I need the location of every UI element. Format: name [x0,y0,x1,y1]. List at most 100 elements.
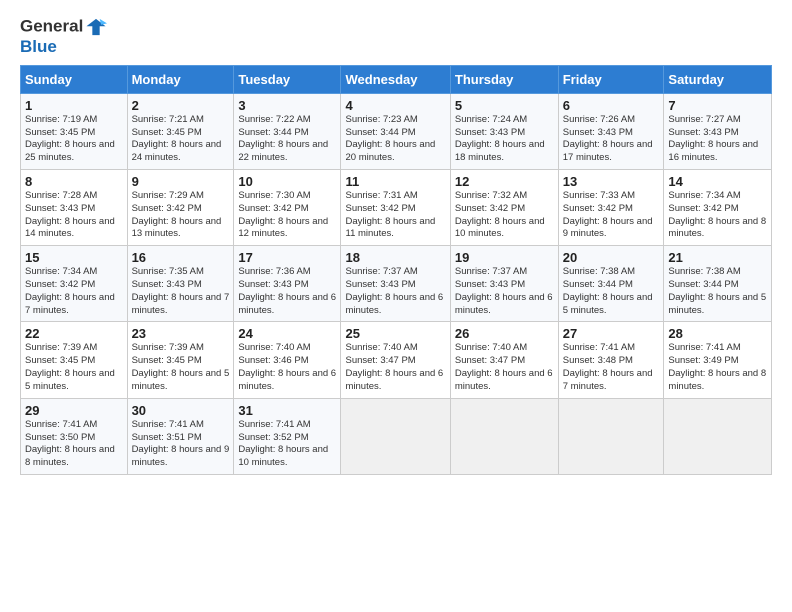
day-number: 14 [668,174,767,189]
day-cell: 29Sunrise: 7:41 AMSunset: 3:50 PMDayligh… [21,398,128,474]
day-info: Sunrise: 7:39 AMSunset: 3:45 PMDaylight:… [132,342,230,393]
header: General Blue [20,16,772,57]
day-cell: 20Sunrise: 7:38 AMSunset: 3:44 PMDayligh… [558,246,664,322]
day-number: 19 [455,250,554,265]
day-cell: 3Sunrise: 7:22 AMSunset: 3:44 PMDaylight… [234,93,341,169]
day-info: Sunrise: 7:28 AMSunset: 3:43 PMDaylight:… [25,190,123,241]
day-info: Sunrise: 7:32 AMSunset: 3:42 PMDaylight:… [455,190,554,241]
day-number: 24 [238,326,336,341]
day-info: Sunrise: 7:19 AMSunset: 3:45 PMDaylight:… [25,114,123,165]
day-number: 18 [345,250,445,265]
day-number: 20 [563,250,660,265]
logo-blue: Blue [20,38,107,57]
day-info: Sunrise: 7:41 AMSunset: 3:50 PMDaylight:… [25,419,123,470]
day-info: Sunrise: 7:39 AMSunset: 3:45 PMDaylight:… [25,342,123,393]
day-info: Sunrise: 7:31 AMSunset: 3:42 PMDaylight:… [345,190,445,241]
day-number: 17 [238,250,336,265]
week-row-2: 8Sunrise: 7:28 AMSunset: 3:43 PMDaylight… [21,169,772,245]
day-number: 5 [455,98,554,113]
col-header-wednesday: Wednesday [341,65,450,93]
day-info: Sunrise: 7:41 AMSunset: 3:48 PMDaylight:… [563,342,660,393]
day-number: 21 [668,250,767,265]
col-header-tuesday: Tuesday [234,65,341,93]
day-number: 22 [25,326,123,341]
day-number: 16 [132,250,230,265]
day-cell: 16Sunrise: 7:35 AMSunset: 3:43 PMDayligh… [127,246,234,322]
day-info: Sunrise: 7:30 AMSunset: 3:42 PMDaylight:… [238,190,336,241]
day-cell: 25Sunrise: 7:40 AMSunset: 3:47 PMDayligh… [341,322,450,398]
col-header-friday: Friday [558,65,664,93]
day-info: Sunrise: 7:36 AMSunset: 3:43 PMDaylight:… [238,266,336,317]
day-cell: 8Sunrise: 7:28 AMSunset: 3:43 PMDaylight… [21,169,128,245]
day-cell: 7Sunrise: 7:27 AMSunset: 3:43 PMDaylight… [664,93,772,169]
day-info: Sunrise: 7:21 AMSunset: 3:45 PMDaylight:… [132,114,230,165]
day-cell [664,398,772,474]
day-number: 30 [132,403,230,418]
day-info: Sunrise: 7:24 AMSunset: 3:43 PMDaylight:… [455,114,554,165]
day-cell: 21Sunrise: 7:38 AMSunset: 3:44 PMDayligh… [664,246,772,322]
day-cell: 1Sunrise: 7:19 AMSunset: 3:45 PMDaylight… [21,93,128,169]
day-number: 12 [455,174,554,189]
day-number: 29 [25,403,123,418]
calendar: SundayMondayTuesdayWednesdayThursdayFrid… [20,65,772,475]
day-cell: 27Sunrise: 7:41 AMSunset: 3:48 PMDayligh… [558,322,664,398]
day-cell [450,398,558,474]
day-cell: 23Sunrise: 7:39 AMSunset: 3:45 PMDayligh… [127,322,234,398]
day-cell: 5Sunrise: 7:24 AMSunset: 3:43 PMDaylight… [450,93,558,169]
day-info: Sunrise: 7:35 AMSunset: 3:43 PMDaylight:… [132,266,230,317]
day-info: Sunrise: 7:34 AMSunset: 3:42 PMDaylight:… [668,190,767,241]
page: General Blue SundayMondayTuesdayWednesda… [0,0,792,612]
col-header-sunday: Sunday [21,65,128,93]
day-info: Sunrise: 7:23 AMSunset: 3:44 PMDaylight:… [345,114,445,165]
day-number: 3 [238,98,336,113]
day-cell: 22Sunrise: 7:39 AMSunset: 3:45 PMDayligh… [21,322,128,398]
day-info: Sunrise: 7:41 AMSunset: 3:49 PMDaylight:… [668,342,767,393]
calendar-header-row: SundayMondayTuesdayWednesdayThursdayFrid… [21,65,772,93]
day-info: Sunrise: 7:40 AMSunset: 3:47 PMDaylight:… [455,342,554,393]
day-cell: 24Sunrise: 7:40 AMSunset: 3:46 PMDayligh… [234,322,341,398]
week-row-5: 29Sunrise: 7:41 AMSunset: 3:50 PMDayligh… [21,398,772,474]
day-number: 4 [345,98,445,113]
day-info: Sunrise: 7:34 AMSunset: 3:42 PMDaylight:… [25,266,123,317]
day-info: Sunrise: 7:40 AMSunset: 3:46 PMDaylight:… [238,342,336,393]
day-cell: 17Sunrise: 7:36 AMSunset: 3:43 PMDayligh… [234,246,341,322]
day-cell: 13Sunrise: 7:33 AMSunset: 3:42 PMDayligh… [558,169,664,245]
logo-general: General [20,16,83,35]
week-row-3: 15Sunrise: 7:34 AMSunset: 3:42 PMDayligh… [21,246,772,322]
day-info: Sunrise: 7:41 AMSunset: 3:52 PMDaylight:… [238,419,336,470]
day-number: 6 [563,98,660,113]
col-header-monday: Monday [127,65,234,93]
day-info: Sunrise: 7:22 AMSunset: 3:44 PMDaylight:… [238,114,336,165]
day-number: 31 [238,403,336,418]
day-cell: 9Sunrise: 7:29 AMSunset: 3:42 PMDaylight… [127,169,234,245]
day-cell: 26Sunrise: 7:40 AMSunset: 3:47 PMDayligh… [450,322,558,398]
day-number: 26 [455,326,554,341]
day-cell: 10Sunrise: 7:30 AMSunset: 3:42 PMDayligh… [234,169,341,245]
day-cell: 31Sunrise: 7:41 AMSunset: 3:52 PMDayligh… [234,398,341,474]
day-info: Sunrise: 7:37 AMSunset: 3:43 PMDaylight:… [345,266,445,317]
day-cell: 11Sunrise: 7:31 AMSunset: 3:42 PMDayligh… [341,169,450,245]
day-cell [341,398,450,474]
day-cell [558,398,664,474]
day-cell: 6Sunrise: 7:26 AMSunset: 3:43 PMDaylight… [558,93,664,169]
day-number: 25 [345,326,445,341]
day-cell: 12Sunrise: 7:32 AMSunset: 3:42 PMDayligh… [450,169,558,245]
day-number: 11 [345,174,445,189]
day-info: Sunrise: 7:33 AMSunset: 3:42 PMDaylight:… [563,190,660,241]
col-header-thursday: Thursday [450,65,558,93]
logo: General Blue [20,16,107,57]
day-info: Sunrise: 7:29 AMSunset: 3:42 PMDaylight:… [132,190,230,241]
day-info: Sunrise: 7:38 AMSunset: 3:44 PMDaylight:… [563,266,660,317]
day-number: 23 [132,326,230,341]
col-header-saturday: Saturday [664,65,772,93]
day-cell: 18Sunrise: 7:37 AMSunset: 3:43 PMDayligh… [341,246,450,322]
day-cell: 15Sunrise: 7:34 AMSunset: 3:42 PMDayligh… [21,246,128,322]
day-info: Sunrise: 7:38 AMSunset: 3:44 PMDaylight:… [668,266,767,317]
day-number: 27 [563,326,660,341]
day-info: Sunrise: 7:26 AMSunset: 3:43 PMDaylight:… [563,114,660,165]
day-cell: 14Sunrise: 7:34 AMSunset: 3:42 PMDayligh… [664,169,772,245]
week-row-1: 1Sunrise: 7:19 AMSunset: 3:45 PMDaylight… [21,93,772,169]
day-number: 7 [668,98,767,113]
day-number: 13 [563,174,660,189]
day-number: 15 [25,250,123,265]
